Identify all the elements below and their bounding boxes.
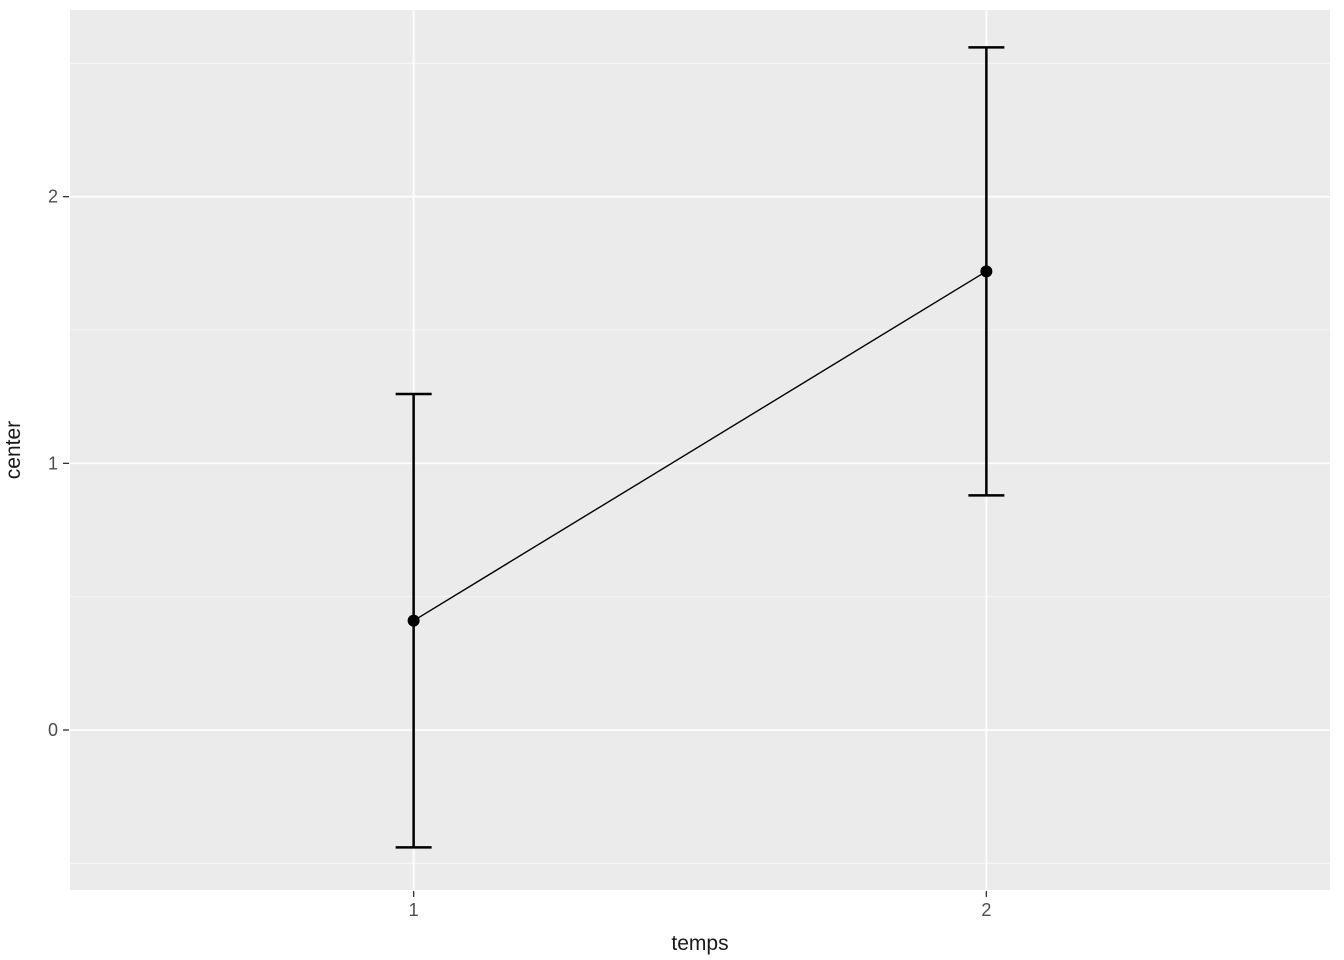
- x-tick-label: 2: [981, 900, 991, 920]
- x-axis-title: temps: [671, 932, 728, 955]
- chart-svg: 0 1 2 1 2 center temps: [0, 0, 1344, 960]
- plot-panel: [70, 10, 1330, 890]
- chart-root: 0 1 2 1 2 center temps: [0, 0, 1344, 960]
- x-tick-label: 1: [409, 900, 419, 920]
- y-tick-label: 1: [48, 453, 58, 473]
- data-point: [980, 265, 992, 277]
- y-axis-title: center: [2, 421, 25, 479]
- y-tick-label: 0: [48, 720, 58, 740]
- y-tick-label: 2: [48, 187, 58, 207]
- data-point: [408, 615, 420, 627]
